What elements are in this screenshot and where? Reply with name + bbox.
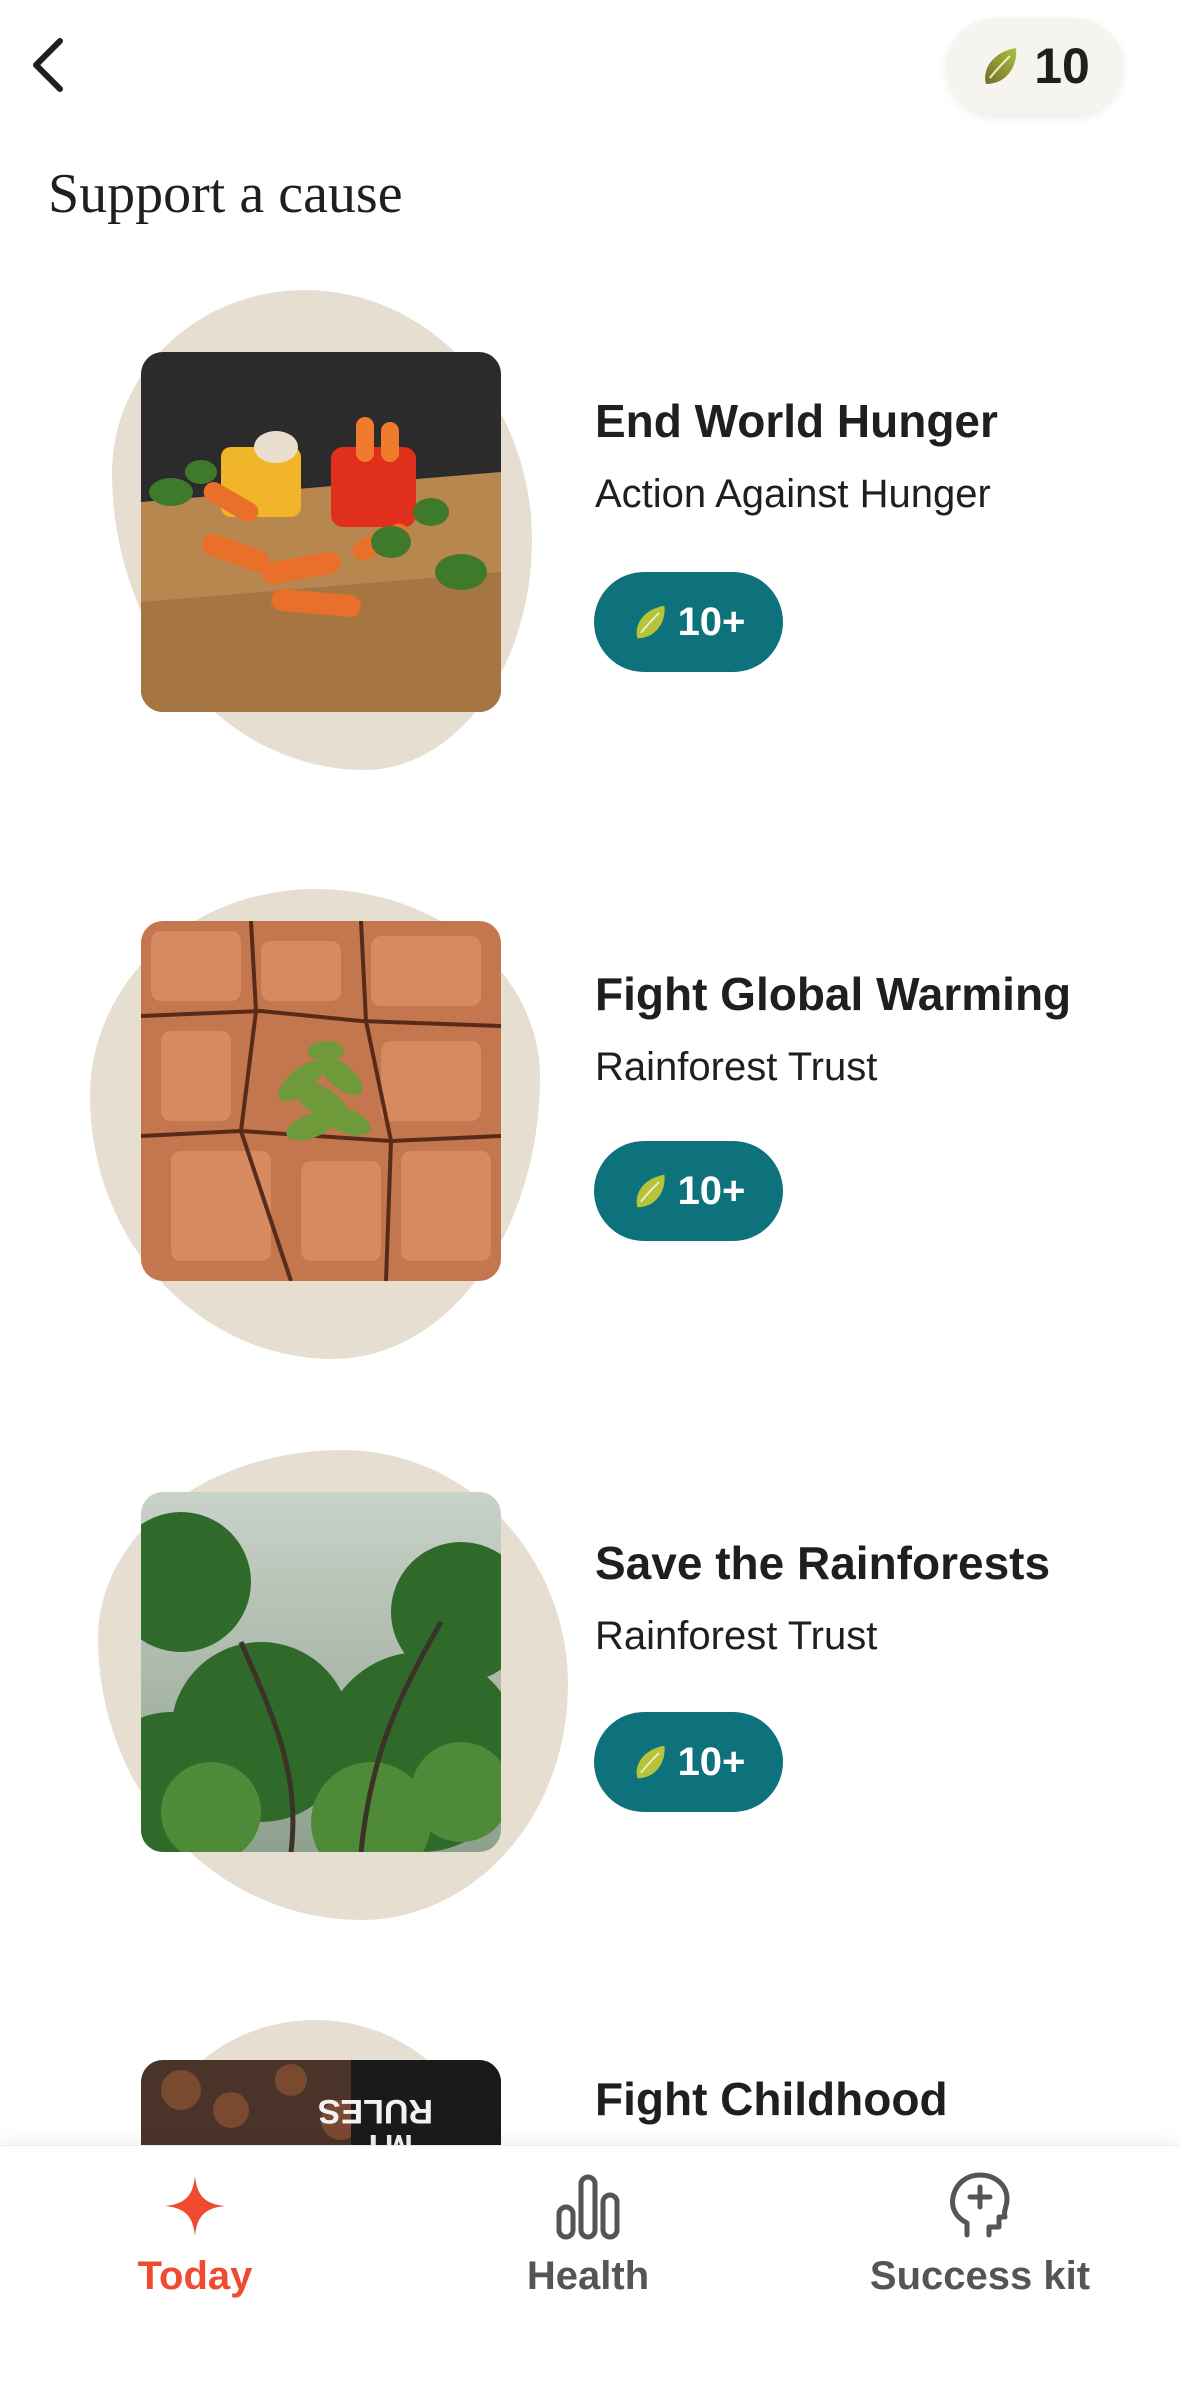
- tab-label: Success kit: [869, 2254, 1091, 2298]
- reward-badge[interactable]: 10+: [594, 1712, 783, 1812]
- seed-balance[interactable]: 10: [947, 18, 1123, 114]
- tab-label: Today: [137, 2254, 253, 2298]
- seed-icon: [636, 1745, 665, 1779]
- cause-image-rainforest: [141, 1492, 501, 1852]
- svg-text:RULES: RULES: [318, 2092, 433, 2130]
- tab-health[interactable]: Health: [438, 2166, 738, 2316]
- cause-card[interactable]: End World Hunger Action Against Hunger 1…: [0, 290, 1179, 810]
- head-plus-icon: [950, 2172, 1010, 2238]
- seed-count: 10: [1034, 38, 1090, 94]
- cause-card[interactable]: Save the Rainforests Rainforest Trust 10…: [0, 1450, 1179, 1970]
- sparkle-icon: [165, 2176, 225, 2236]
- reward-amount: 10+: [677, 599, 746, 644]
- tab-label: Health: [526, 2254, 650, 2298]
- cause-organization: Rainforest Trust: [595, 1045, 878, 1089]
- cause-image-global-warming: [141, 921, 501, 1281]
- seed-icon: [636, 605, 665, 639]
- cause-image-hunger: [141, 352, 501, 712]
- cause-image-childhood: RULES MY: [141, 2060, 501, 2150]
- reward-amount: 10+: [677, 1168, 746, 1213]
- reward-amount: 10+: [677, 1739, 746, 1784]
- cause-card[interactable]: Fight Global Warming Rainforest Trust 10…: [0, 885, 1179, 1405]
- tab-today[interactable]: Today: [45, 2166, 345, 2316]
- cause-organization: Rainforest Trust: [595, 1614, 878, 1658]
- chevron-left-icon: [33, 38, 63, 92]
- bar-chart-icon: [556, 2174, 620, 2240]
- cause-organization: Action Against Hunger: [595, 472, 991, 516]
- bottom-tab-bar: Today Health Success kit: [0, 2145, 1179, 2397]
- back-button[interactable]: [18, 30, 78, 100]
- seed-icon: [985, 48, 1017, 84]
- cause-title: End World Hunger: [595, 395, 998, 447]
- reward-badge[interactable]: 10+: [594, 1141, 783, 1241]
- cause-card[interactable]: RULES MY Fight Childhood: [0, 2020, 1179, 2150]
- seed-icon: [636, 1174, 665, 1208]
- cause-title: Fight Childhood: [595, 2073, 948, 2125]
- cause-title: Fight Global Warming: [595, 968, 1072, 1020]
- tab-success-kit[interactable]: Success kit: [830, 2166, 1130, 2316]
- page-title: Support a cause: [48, 163, 403, 225]
- reward-badge[interactable]: 10+: [594, 572, 783, 672]
- cause-title: Save the Rainforests: [595, 1537, 1051, 1589]
